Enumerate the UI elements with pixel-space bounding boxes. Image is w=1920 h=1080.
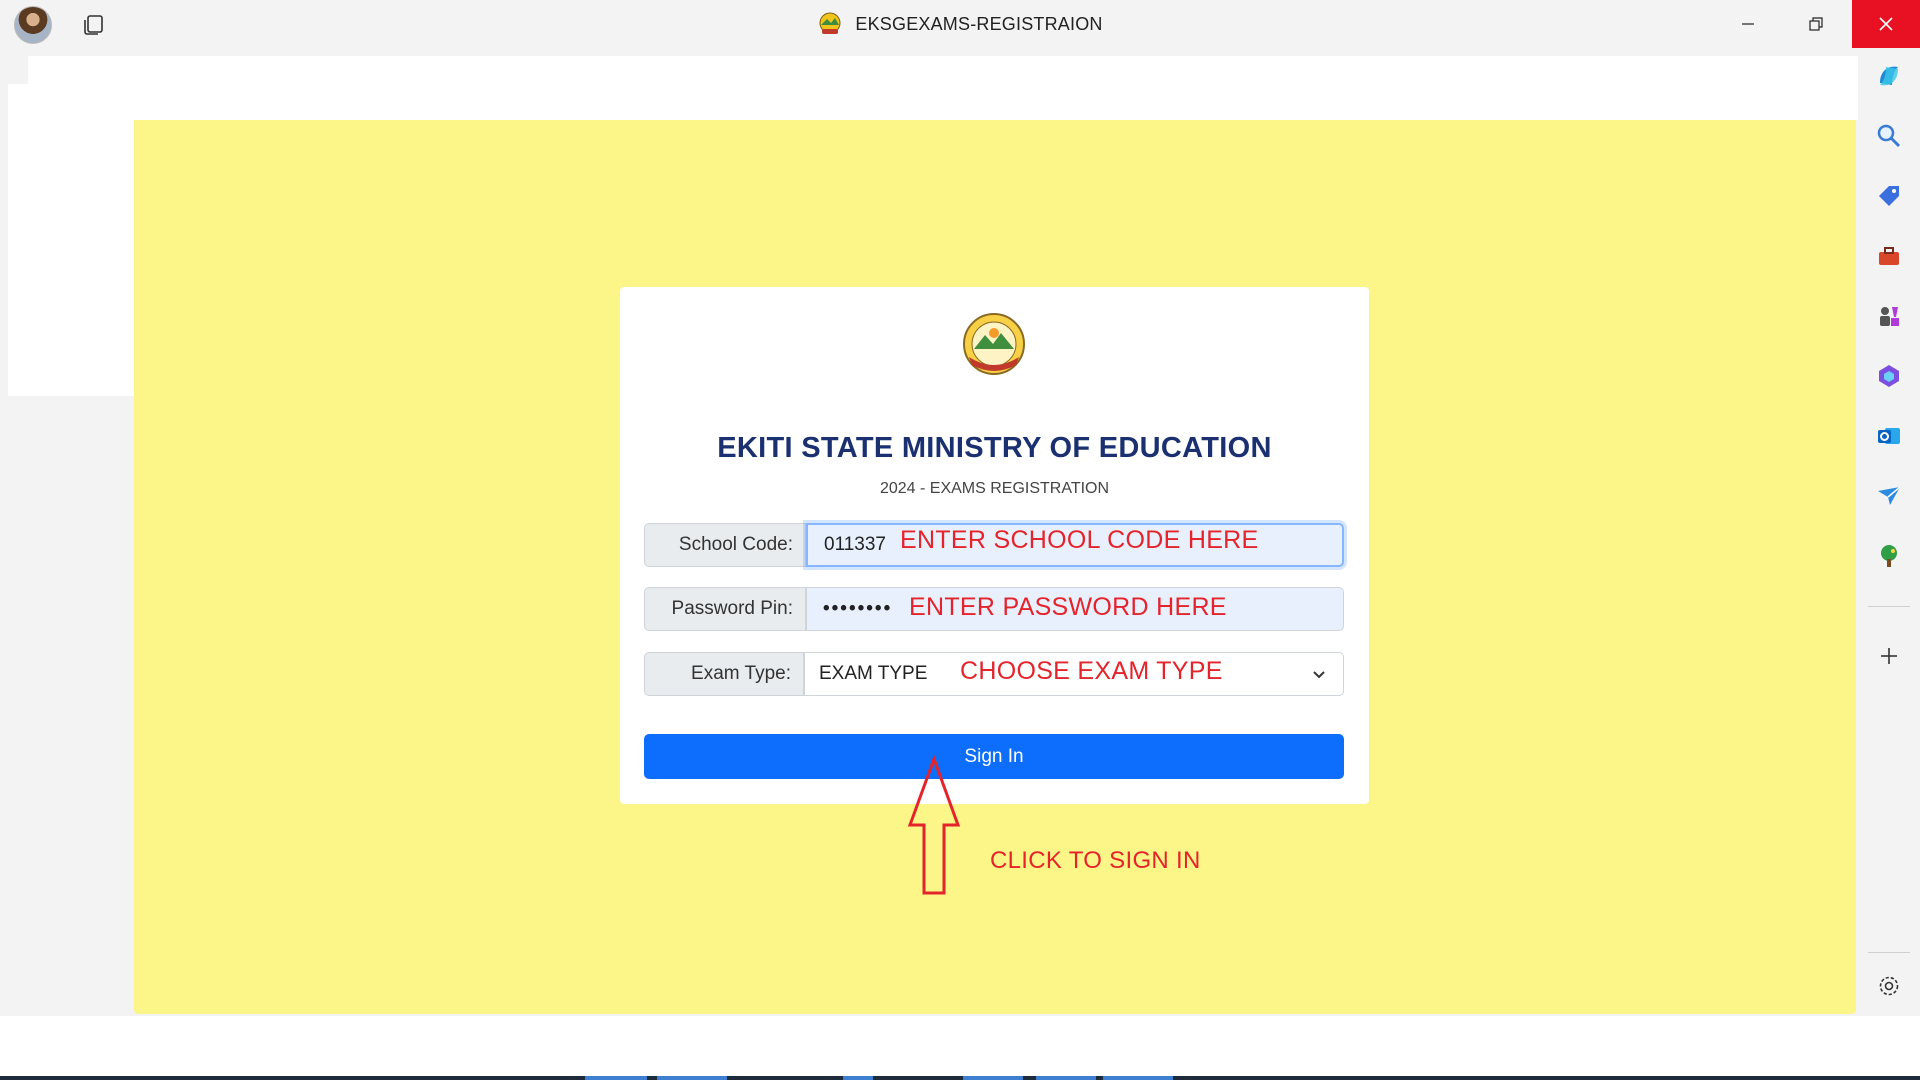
add-icon[interactable]: [1873, 640, 1905, 672]
exam-type-annotation: CHOOSE EXAM TYPE: [960, 657, 1223, 685]
restore-button[interactable]: [1782, 0, 1850, 48]
toolbox-icon[interactable]: [1873, 240, 1905, 272]
taskbar-item: [585, 1076, 647, 1080]
copilot-icon[interactable]: [1873, 60, 1905, 92]
school-code-value: 011337: [824, 534, 886, 555]
password-annotation: ENTER PASSWORD HERE: [909, 593, 1227, 621]
chevron-down-icon: [1313, 671, 1325, 679]
microsoft365-icon[interactable]: [1873, 360, 1905, 392]
games-icon[interactable]: [1873, 300, 1905, 332]
sign-in-button[interactable]: Sign In: [644, 734, 1344, 779]
ministry-seal-icon: [963, 313, 1025, 375]
up-arrow-annotation-icon: [907, 755, 961, 895]
password-value: ••••••••: [823, 598, 893, 619]
window-title: EKSGEXAMS-REGISTRAION: [855, 13, 1103, 34]
tree-icon[interactable]: [1873, 540, 1905, 572]
sidebar-divider: [1868, 606, 1910, 607]
restore-icon: [1809, 17, 1823, 31]
taskbar-item: [1036, 1076, 1096, 1080]
page-left-panel: [8, 84, 134, 396]
taskbar-item: [1103, 1076, 1173, 1080]
close-icon: [1879, 17, 1893, 31]
exam-type-label: Exam Type:: [644, 652, 804, 696]
send-icon[interactable]: [1873, 480, 1905, 512]
title-bar: EKSGEXAMS-REGISTRAION: [0, 0, 1920, 48]
site-logo-icon: [819, 12, 841, 34]
taskbar-item: [657, 1076, 727, 1080]
tab-actions-icon[interactable]: [80, 12, 106, 38]
exam-type-selected: EXAM TYPE: [819, 663, 928, 684]
page-bottom-area: [0, 1016, 1920, 1076]
taskbar-item: [843, 1076, 873, 1080]
sidebar-divider: [1868, 952, 1910, 953]
school-code-label: School Code:: [644, 523, 806, 567]
page-title: EKITI STATE MINISTRY OF EDUCATION: [717, 432, 1272, 464]
settings-icon[interactable]: [1873, 970, 1905, 1002]
close-button[interactable]: [1852, 0, 1920, 48]
minimize-icon: [1742, 23, 1754, 25]
profile-avatar[interactable]: [14, 6, 52, 44]
page-subtitle: 2024 - EXAMS REGISTRATION: [879, 480, 1110, 497]
outlook-icon[interactable]: [1873, 420, 1905, 452]
click-to-sign-in-annotation: CLICK TO SIGN IN: [990, 847, 1201, 874]
school-code-annotation: ENTER SCHOOL CODE HERE: [900, 526, 1259, 554]
browser-sidebar: [1858, 48, 1920, 1016]
search-icon[interactable]: [1873, 120, 1905, 152]
minimize-button[interactable]: [1714, 0, 1782, 48]
page-header-area: [28, 56, 1858, 120]
taskbar-strip: [0, 1076, 1920, 1080]
shopping-tag-icon[interactable]: [1873, 180, 1905, 212]
password-label: Password Pin:: [644, 587, 806, 631]
taskbar-item: [963, 1076, 1023, 1080]
